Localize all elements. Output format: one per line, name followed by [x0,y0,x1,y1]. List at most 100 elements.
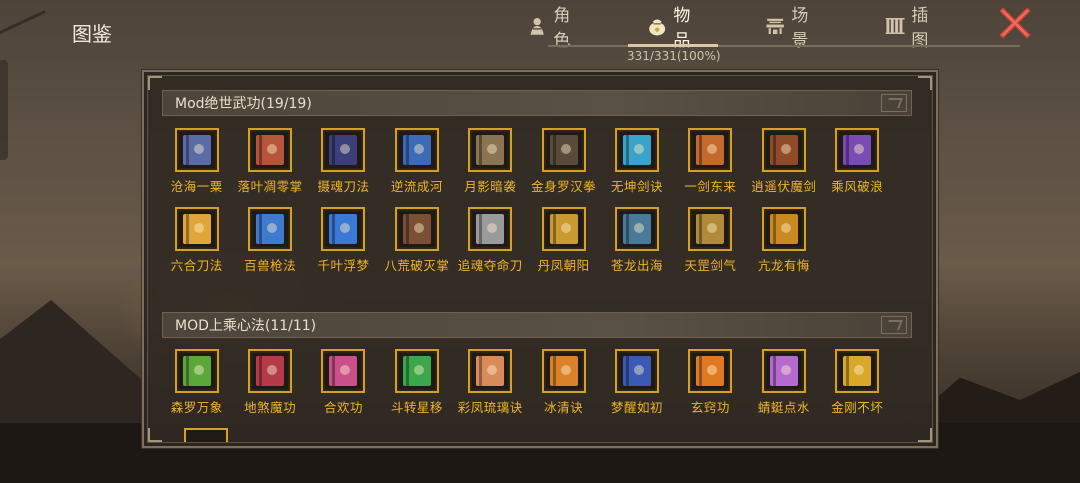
item-card[interactable]: 摄魂刀法 [307,128,380,201]
item-slot [688,128,733,172]
book-icon [182,356,211,386]
item-card[interactable]: 乘风破浪 [821,128,894,201]
item-slot [541,349,586,393]
item-card[interactable]: 六合刀法 [160,207,233,280]
item-label: 彩凤琉璃诀 [457,400,523,415]
item-label: 落叶凋零掌 [237,179,303,194]
book-icon [402,356,431,386]
item-slot [541,207,586,251]
side-drawer-handle[interactable] [0,60,8,160]
item-card[interactable]: 丹凤朝阳 [527,207,600,280]
panel-corner-ornament [918,76,932,90]
item-card[interactable]: 沧海一粟 [160,128,233,201]
tab-scenes[interactable]: 场景 [765,6,816,51]
item-slot [248,207,293,251]
book-icon [182,135,211,165]
background-branch [0,10,70,90]
book-icon [843,356,872,386]
item-slot [761,349,806,393]
item-label: 千叶浮梦 [317,258,370,273]
item-card[interactable]: 八荒破灭掌 [380,207,453,280]
tab-label: 角色 [553,6,571,51]
item-slot [468,207,513,251]
item-slot [468,349,513,393]
book-icon [623,356,652,386]
tab-illustrations[interactable]: 插图 [885,6,936,51]
item-card[interactable]: 玄窍功 [674,349,747,422]
collection-panel[interactable]: Mod绝世武功(19/19) 沧海一粟 落叶凋零掌 摄魂刀法 逆流成河 月影暗袭 金身罗汉… [141,69,939,449]
book-icon [623,135,652,165]
item-card[interactable]: 无坤剑诀 [600,128,673,201]
book-icon [256,135,285,165]
item-grid: 森罗万象 地煞魔功 合欢功 斗转星移 彩凤琉璃诀 冰清诀 梦醒如初 玄窍功 蜻蜓点水 金刚不坏 [160,349,894,422]
book-icon [402,135,431,165]
close-icon[interactable] [998,6,1032,40]
item-slot [394,349,439,393]
book-icon [476,356,505,386]
item-card[interactable]: 逆流成河 [380,128,453,201]
tab-label: 场景 [791,6,809,51]
item-slot [541,128,586,172]
item-card[interactable]: 森罗万象 [160,349,233,422]
item-slot [321,349,366,393]
tab-divider [548,45,1020,47]
item-label: 八荒破灭掌 [384,258,450,273]
book-icon [769,214,798,244]
item-label: 苍龙出海 [611,258,664,273]
item-card[interactable]: 百兽枪法 [233,207,306,280]
item-label: 六合刀法 [170,258,223,273]
item-slot [394,207,439,251]
item-label: 玄窍功 [690,400,730,415]
item-card[interactable]: 亢龙有悔 [747,207,820,280]
item-card[interactable]: 月影暗袭 [454,128,527,201]
item-card[interactable]: 斗转星移 [380,349,453,422]
item-card[interactable]: 冰清诀 [527,349,600,422]
tab-items[interactable]: 物品 [647,6,698,51]
item-card[interactable]: 追魂夺命刀 [454,207,527,280]
tab-character[interactable]: 角色 [527,6,578,51]
illustration-icon [885,18,905,34]
book-icon [256,214,285,244]
item-slot-partial[interactable] [184,428,228,442]
book-icon [329,356,358,386]
item-card[interactable]: 金身罗汉拳 [527,128,600,201]
section-ornament-icon [881,94,907,112]
book-icon [623,214,652,244]
active-tab-indicator [628,44,718,47]
item-label: 摄魂刀法 [317,179,370,194]
book-icon [476,214,505,244]
collection-progress: 331/331(100%) [627,49,721,63]
item-label: 无坤剑诀 [611,179,664,194]
item-card[interactable]: 逍遥伏魔剑 [747,128,820,201]
item-label: 月影暗袭 [464,179,517,194]
item-card[interactable]: 地煞魔功 [233,349,306,422]
page-title: 图鉴 [72,22,112,46]
book-icon [476,135,505,165]
item-slot [615,207,660,251]
item-label: 斗转星移 [390,400,443,415]
item-card[interactable]: 千叶浮梦 [307,207,380,280]
item-card[interactable]: 金刚不坏 [821,349,894,422]
item-slot [248,349,293,393]
item-label: 逍遥伏魔剑 [751,179,817,194]
item-card[interactable]: 蜻蜓点水 [747,349,820,422]
item-card[interactable]: 苍龙出海 [600,207,673,280]
item-card[interactable]: 合欢功 [307,349,380,422]
item-bag-icon [649,19,666,36]
item-slot [174,207,219,251]
item-slot [174,128,219,172]
item-label: 金身罗汉拳 [531,179,597,194]
item-card[interactable]: 落叶凋零掌 [233,128,306,201]
item-card[interactable]: 一剑东来 [674,128,747,201]
item-card[interactable]: 彩凤琉璃诀 [454,349,527,422]
item-slot [468,128,513,172]
book-icon [549,135,578,165]
item-slot [615,349,660,393]
item-slot [761,207,806,251]
item-card[interactable]: 梦醒如初 [600,349,673,422]
item-label: 地煞魔功 [244,400,297,415]
scene-icon [766,18,784,34]
item-card[interactable]: 天罡剑气 [674,207,747,280]
panel-corner-ornament [148,76,162,90]
item-label: 天罡剑气 [684,258,737,273]
